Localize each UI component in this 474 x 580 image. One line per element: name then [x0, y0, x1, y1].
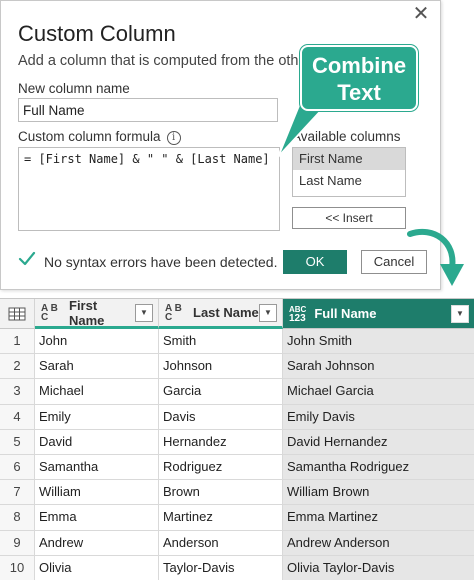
- column-header-full-name[interactable]: ABC 123 Full Name ▼: [283, 299, 474, 329]
- cell-last-name[interactable]: Rodriguez: [159, 454, 283, 481]
- table-row: 6 Samantha Rodriguez Samantha Rodriguez: [0, 454, 474, 481]
- curved-arrow-icon: [407, 229, 464, 286]
- filter-dropdown-icon[interactable]: ▼: [451, 304, 469, 323]
- row-number[interactable]: 2: [0, 354, 35, 380]
- row-number[interactable]: 10: [0, 555, 35, 580]
- row-number[interactable]: 1: [0, 329, 35, 355]
- cell-first-name[interactable]: William: [35, 480, 159, 506]
- cell-full-name[interactable]: Emily Davis: [283, 404, 474, 430]
- new-column-name-label: New column name: [18, 81, 130, 96]
- row-number[interactable]: 4: [0, 404, 35, 430]
- row-number[interactable]: 3: [0, 379, 35, 405]
- cell-last-name[interactable]: Garcia: [159, 379, 283, 405]
- cell-first-name[interactable]: Emily: [35, 404, 159, 430]
- cell-full-name[interactable]: Samantha Rodriguez: [283, 454, 474, 481]
- dialog-description: Add a column that is computed from the o…: [18, 53, 300, 69]
- cell-first-name[interactable]: Andrew: [35, 530, 159, 556]
- data-grid: A B C First Name ▼ A B C Last Name ▼ ABC…: [0, 298, 474, 580]
- cell-full-name[interactable]: Michael Garcia: [283, 379, 474, 405]
- cell-last-name[interactable]: Taylor-Davis: [159, 555, 283, 580]
- cell-first-name[interactable]: Michael: [35, 379, 159, 405]
- formula-label-group: Custom column formula i: [18, 129, 181, 145]
- cell-full-name[interactable]: Emma Martinez: [283, 505, 474, 531]
- callout-line-2: Text: [337, 80, 381, 105]
- row-number[interactable]: 7: [0, 480, 35, 506]
- filter-dropdown-icon[interactable]: ▼: [135, 303, 153, 322]
- insert-button[interactable]: << Insert: [292, 207, 406, 229]
- cell-last-name[interactable]: Anderson: [159, 530, 283, 556]
- column-header-last-name[interactable]: A B C Last Name ▼: [159, 299, 283, 329]
- type-icon-bottom: 123: [289, 312, 306, 324]
- table-menu-icon[interactable]: [0, 299, 35, 329]
- filter-dropdown-icon[interactable]: ▼: [259, 303, 277, 322]
- column-title: Last Name: [193, 305, 259, 320]
- cell-last-name[interactable]: Martinez: [159, 505, 283, 531]
- row-number[interactable]: 9: [0, 530, 35, 556]
- table-row: 1 John Smith John Smith: [0, 329, 474, 355]
- cell-full-name[interactable]: Andrew Anderson: [283, 530, 474, 556]
- row-number[interactable]: 8: [0, 505, 35, 531]
- cell-full-name[interactable]: John Smith: [283, 329, 474, 355]
- cell-first-name[interactable]: Samantha: [35, 454, 159, 481]
- cell-last-name[interactable]: Davis: [159, 404, 283, 430]
- table-row: 3 Michael Garcia Michael Garcia: [0, 379, 474, 405]
- cell-last-name[interactable]: Hernandez: [159, 429, 283, 455]
- available-column-last-name[interactable]: Last Name: [293, 170, 405, 192]
- cell-first-name[interactable]: Sarah: [35, 354, 159, 380]
- table-row: 4 Emily Davis Emily Davis: [0, 404, 474, 430]
- table-row: 2 Sarah Johnson Sarah Johnson: [0, 354, 474, 380]
- checkmark-icon: [18, 251, 36, 266]
- cell-first-name[interactable]: John: [35, 329, 159, 355]
- cell-last-name[interactable]: Johnson: [159, 354, 283, 380]
- cell-full-name[interactable]: David Hernandez: [283, 429, 474, 455]
- grid-header: A B C First Name ▼ A B C Last Name ▼ ABC…: [0, 297, 474, 329]
- column-title: Full Name: [314, 306, 377, 321]
- text-type-icon: A B C: [41, 302, 58, 323]
- cell-first-name[interactable]: Emma: [35, 505, 159, 531]
- cell-first-name[interactable]: David: [35, 429, 159, 455]
- new-column-name-input[interactable]: [18, 98, 278, 122]
- callout-line-1: Combine: [311, 53, 407, 78]
- row-number[interactable]: 6: [0, 454, 35, 481]
- text-type-icon: A B C: [165, 302, 182, 323]
- formula-label: Custom column formula: [18, 129, 161, 144]
- grid-body: 1 John Smith John Smith 2 Sarah Johnson …: [0, 329, 474, 580]
- table-row: 5 David Hernandez David Hernandez: [0, 429, 474, 455]
- table-icon: [8, 307, 26, 320]
- formula-editor[interactable]: = [First Name] & " " & [Last Name]: [18, 147, 280, 231]
- table-row: 9 Andrew Anderson Andrew Anderson: [0, 530, 474, 556]
- table-row: 7 William Brown William Brown: [0, 480, 474, 506]
- ok-button[interactable]: OK: [283, 250, 347, 274]
- custom-column-dialog: Custom Column ✕ Add a column that is com…: [0, 0, 441, 290]
- dialog-title: Custom Column: [18, 21, 176, 46]
- table-row: 8 Emma Martinez Emma Martinez: [0, 505, 474, 531]
- cell-full-name[interactable]: Sarah Johnson: [283, 354, 474, 380]
- info-icon[interactable]: i: [166, 131, 181, 145]
- syntax-status: No syntax errors have been detected.: [44, 254, 278, 270]
- cell-last-name[interactable]: Smith: [159, 329, 283, 355]
- column-header-first-name[interactable]: A B C First Name ▼: [35, 297, 159, 329]
- column-title: First Name: [69, 297, 105, 328]
- cell-first-name[interactable]: Olivia: [35, 555, 159, 580]
- cell-last-name[interactable]: Brown: [159, 480, 283, 506]
- row-number[interactable]: 5: [0, 429, 35, 455]
- combine-text-callout: Combine Text: [300, 45, 418, 111]
- formula-text: = [First Name] & " " & [Last Name]: [24, 152, 270, 166]
- any-type-icon: ABC 123: [289, 305, 306, 324]
- cell-full-name[interactable]: Olivia Taylor-Davis: [283, 555, 474, 580]
- cell-full-name[interactable]: William Brown: [283, 480, 474, 506]
- close-icon[interactable]: ✕: [409, 4, 433, 24]
- table-row: 10 Olivia Taylor-Davis Olivia Taylor-Dav…: [0, 555, 474, 580]
